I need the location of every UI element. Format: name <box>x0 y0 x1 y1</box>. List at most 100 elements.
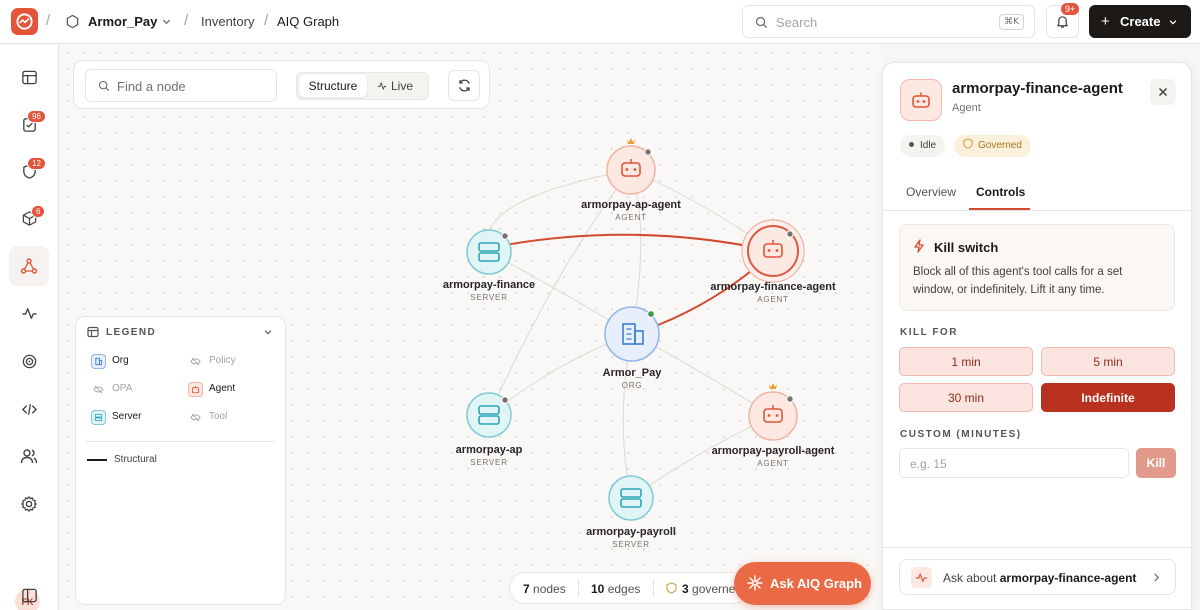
legend-label: OPA <box>112 383 133 394</box>
activity-icon <box>21 307 37 319</box>
app-logo-icon[interactable] <box>11 8 38 35</box>
node-label: armorpay-finance-agent <box>710 281 836 293</box>
close-icon <box>1158 87 1168 97</box>
org-icon <box>91 354 106 369</box>
breadcrumb-workspace[interactable]: Armor_Pay <box>88 14 157 29</box>
code-icon <box>21 403 37 415</box>
legend-label: Tool <box>209 411 228 422</box>
search-placeholder: Search <box>776 15 818 30</box>
status-idle-label: Idle <box>920 140 937 151</box>
target-icon <box>22 354 36 368</box>
node-type: SERVER <box>612 540 650 549</box>
tab-overview[interactable]: Overview <box>906 185 956 199</box>
graph-toolbar: Find a node Structure Live <box>73 60 490 109</box>
kill-button[interactable]: Kill <box>1136 448 1176 478</box>
breadcrumb-inventory[interactable]: Inventory <box>201 14 254 29</box>
kill-duration-5min-button[interactable]: 5 min <box>1041 347 1175 376</box>
governed-count-value: 3 <box>682 582 689 596</box>
node-label: armorpay-payroll-agent <box>711 445 835 457</box>
status-governed-label: Governed <box>978 140 1022 151</box>
sidebar-item-graph[interactable] <box>9 246 49 286</box>
sidebar-item-dashboard[interactable] <box>9 57 49 97</box>
edges-count-value: 10 <box>591 582 605 596</box>
legend-title: LEGEND <box>106 327 157 338</box>
ask-aiq-graph-button[interactable]: Ask AIQ Graph <box>734 562 871 605</box>
create-button[interactable]: + Create <box>1089 5 1191 38</box>
mode-live-button[interactable]: Live <box>377 75 413 97</box>
graph-nodes-icon <box>20 258 38 274</box>
sidebar-item-activity[interactable] <box>9 293 49 333</box>
sidebar-item-targets[interactable] <box>9 341 49 381</box>
eye-off-icon <box>188 410 203 425</box>
sidebar-item-code[interactable] <box>9 389 49 429</box>
security-count-badge: 12 <box>27 157 46 170</box>
kill-for-label: KILL FOR <box>900 327 958 338</box>
node-label: armorpay-payroll <box>586 526 676 538</box>
global-search-input[interactable]: Search ⌘K <box>742 5 1035 38</box>
node-label: Armor_Pay <box>602 367 662 379</box>
sidebar-collapse-button[interactable] <box>9 575 49 610</box>
legend-icon <box>87 326 99 338</box>
lightning-icon <box>913 239 925 253</box>
tasks-count-badge: 96 <box>27 110 46 123</box>
search-shortcut-hint: ⌘K <box>999 14 1024 30</box>
ask-about-agent-button[interactable]: Ask about armorpay-finance-agent <box>899 559 1176 595</box>
tab-controls[interactable]: Controls <box>976 185 1025 199</box>
sidebar-item-settings[interactable] <box>9 484 49 524</box>
kill-duration-1min-button[interactable]: 1 min <box>899 347 1033 376</box>
node-detail-panel: armorpay-finance-agent Agent Idle Govern… <box>882 62 1192 610</box>
sidebar-item-packages[interactable] <box>9 198 49 238</box>
mode-structure-button[interactable]: Structure <box>299 75 367 97</box>
node-label: armorpay-finance <box>442 279 536 291</box>
legend-label: Server <box>112 411 142 422</box>
kill-duration-30min-button[interactable]: 30 min <box>899 383 1033 412</box>
chevron-down-icon <box>1168 17 1178 27</box>
refresh-button[interactable] <box>448 70 480 101</box>
panel-tabs: Overview Controls <box>883 175 1191 211</box>
sparkle-icon <box>747 575 763 591</box>
find-node-input[interactable]: Find a node <box>85 69 277 102</box>
kill-switch-title: Kill switch <box>934 240 999 255</box>
shield-check-icon <box>666 582 677 594</box>
legend-edge-structural: Structural <box>114 454 157 465</box>
status-dot <box>909 142 914 147</box>
eye-off-icon <box>91 382 106 397</box>
ask-about-target: armorpay-finance-agent <box>999 571 1137 585</box>
node-label: armorpay-ap-agent <box>581 199 681 211</box>
kill-switch-card: Kill switch Block all of this agent's to… <box>899 224 1175 311</box>
panel-title: armorpay-finance-agent <box>952 80 1123 97</box>
create-label: Create <box>1120 14 1161 29</box>
panel-divider <box>883 547 1191 548</box>
legend-label: Agent <box>209 383 236 394</box>
eye-off-icon <box>188 354 203 369</box>
edges-count-label: edges <box>607 582 641 596</box>
chevron-down-icon[interactable] <box>161 16 172 27</box>
robot-icon <box>900 79 942 121</box>
breadcrumb-separator: / <box>184 12 189 29</box>
graph-status-bar: 7 nodes 10 edges 3 governed <box>509 572 749 604</box>
sidebar-item-users[interactable] <box>9 436 49 476</box>
panel-left-icon <box>21 588 37 602</box>
close-panel-button[interactable] <box>1150 79 1176 105</box>
search-icon <box>755 16 768 29</box>
legend-collapse-chevron-icon[interactable] <box>263 327 273 337</box>
status-badge-governed: Governed <box>954 135 1031 157</box>
legend-label: Org <box>112 355 129 366</box>
status-badge-idle: Idle <box>900 135 946 157</box>
breadcrumb-separator: / <box>46 12 51 29</box>
custom-minutes-input[interactable]: e.g. 15 <box>899 448 1129 478</box>
sidebar-item-tasks[interactable] <box>9 104 49 144</box>
kill-duration-indefinite-button[interactable]: Indefinite <box>1041 383 1175 412</box>
node-type: ORG <box>621 381 643 390</box>
mode-live-label: Live <box>391 79 414 93</box>
breadcrumb-current-page: AIQ Graph <box>277 14 340 29</box>
node-type: SERVER <box>470 293 508 302</box>
robot-icon <box>188 382 203 397</box>
sidebar-item-security[interactable] <box>9 151 49 191</box>
nodes-count-label: nodes <box>533 582 566 596</box>
legend-label: Policy <box>209 355 236 366</box>
layout-icon <box>21 70 37 84</box>
ask-about-text: Ask about armorpay-finance-agent <box>943 571 1136 585</box>
active-tab-indicator <box>969 208 1030 210</box>
gear-icon <box>21 496 37 512</box>
